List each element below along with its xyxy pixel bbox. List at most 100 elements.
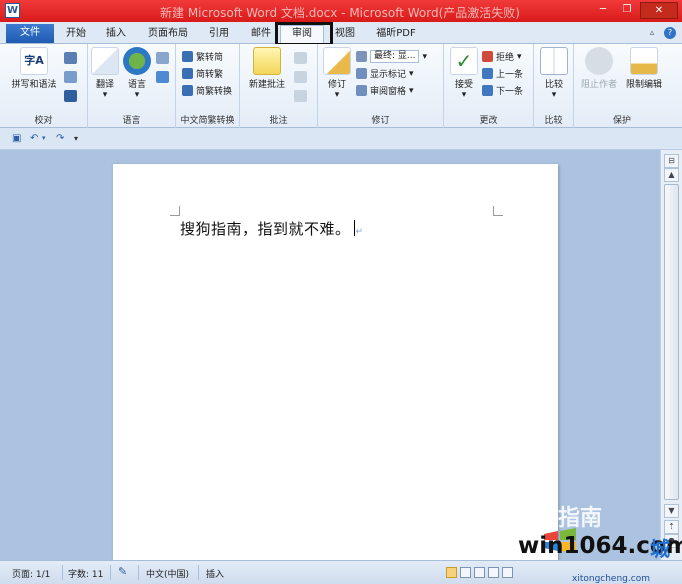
group-protect: 阻止作者 限制编辑 保护 bbox=[574, 44, 670, 128]
site-watermark-suffix: 城 bbox=[650, 537, 670, 561]
thesaurus-icon[interactable] bbox=[64, 71, 77, 83]
show-markup-button[interactable]: 显示标记 ▾ bbox=[356, 67, 414, 80]
trad-to-simp-button[interactable]: 繁转简 bbox=[182, 50, 223, 63]
simp-trad-conversion-label: 简繁转换 bbox=[196, 87, 233, 97]
next-change-button[interactable]: 下一条 bbox=[482, 84, 523, 97]
status-separator bbox=[198, 565, 199, 580]
block-authors-button[interactable]: 阻止作者 bbox=[578, 47, 620, 90]
reject-label: 拒绝 bbox=[496, 53, 515, 63]
word-count-icon[interactable] bbox=[64, 90, 77, 102]
document-area: 搜狗指南，指到就不难。 ↵ bbox=[0, 150, 660, 564]
scroll-down-arrow-icon[interactable]: ▼ bbox=[664, 504, 679, 518]
globe-icon bbox=[123, 47, 151, 75]
web-layout-view-icon[interactable] bbox=[474, 567, 485, 578]
next-comment-icon[interactable] bbox=[294, 90, 307, 102]
document-page[interactable]: 搜狗指南，指到就不难。 ↵ bbox=[113, 164, 558, 564]
minimize-button[interactable]: ─ bbox=[592, 2, 614, 19]
tab-insert[interactable]: 插入 bbox=[102, 26, 130, 44]
new-comment-button[interactable]: 新建批注 bbox=[244, 47, 290, 90]
accept-button[interactable]: ✓ 接受 ▾ bbox=[448, 47, 480, 100]
draft-view-icon[interactable] bbox=[502, 567, 513, 578]
research-icon[interactable] bbox=[64, 52, 77, 64]
compare-button[interactable]: 比较 ▾ bbox=[539, 47, 569, 100]
help-icon[interactable]: ? bbox=[664, 27, 676, 39]
spelling-icon: 字A bbox=[20, 47, 48, 75]
display-review-icon bbox=[356, 51, 367, 62]
language-dropdown-icon: ▾ bbox=[134, 90, 140, 100]
undo-dropdown-icon[interactable]: ▾ bbox=[42, 133, 54, 144]
compare-icon bbox=[540, 47, 568, 75]
trad-to-simp-label: 繁转简 bbox=[196, 53, 224, 63]
translate-button[interactable]: 翻译 ▾ bbox=[90, 47, 120, 100]
word-count-status[interactable]: 字数: 11 bbox=[68, 567, 103, 580]
tab-mailings[interactable]: 邮件 bbox=[248, 26, 274, 44]
reviewing-pane-label: 审阅窗格 bbox=[370, 87, 407, 97]
previous-page-icon[interactable]: ⇡ bbox=[664, 520, 679, 534]
scrollbar-thumb[interactable] bbox=[664, 184, 679, 500]
print-layout-view-icon[interactable] bbox=[446, 567, 457, 578]
display-for-review-dropdown[interactable]: 最终: 显... ▾ bbox=[356, 50, 427, 63]
proofing-status-icon[interactable]: ✎ bbox=[118, 565, 127, 578]
accept-dropdown-icon: ▾ bbox=[461, 90, 467, 100]
outline-view-icon[interactable] bbox=[488, 567, 499, 578]
group-label-protect: 保护 bbox=[612, 116, 631, 126]
maximize-button[interactable]: ❐ bbox=[616, 2, 638, 19]
collapse-ribbon-icon[interactable]: ▵ bbox=[646, 27, 658, 39]
display-review-chevron-icon: ▾ bbox=[422, 51, 428, 62]
previous-comment-icon[interactable] bbox=[294, 71, 307, 83]
reject-button[interactable]: 拒绝 ▾ bbox=[482, 50, 522, 63]
document-text-content: 搜狗指南，指到就不难。 bbox=[180, 220, 351, 238]
language-status[interactable]: 中文(中国) bbox=[146, 567, 189, 580]
tab-references[interactable]: 引用 bbox=[206, 26, 232, 44]
redo-icon[interactable]: ↷ bbox=[56, 133, 68, 144]
group-changes: ✓ 接受 ▾ 拒绝 ▾ 上一条 下一条 更改 bbox=[444, 44, 534, 128]
restrict-editing-button[interactable]: 限制编辑 bbox=[622, 47, 666, 90]
site-url-watermark: xitongcheng.com bbox=[572, 574, 650, 584]
language-button[interactable]: 语言 ▾ bbox=[122, 47, 152, 100]
restrict-editing-lock-icon bbox=[630, 47, 658, 75]
word-app-icon[interactable]: W bbox=[5, 3, 20, 18]
reviewing-pane-button[interactable]: 审阅窗格 ▾ bbox=[356, 84, 414, 97]
simp-to-trad-button[interactable]: 简转繁 bbox=[182, 67, 223, 80]
quick-access-toolbar: ▣ ↶ ▾ ↷ ▾ bbox=[0, 128, 682, 150]
track-changes-icon bbox=[323, 47, 351, 75]
page-count-status[interactable]: 页面: 1/1 bbox=[12, 567, 50, 580]
customize-qat-icon[interactable]: ▾ bbox=[74, 133, 86, 144]
ribbon-tab-bar: 文件 开始 插入 页面布局 引用 邮件 审阅 视图 福昕PDF ▵ ? bbox=[0, 22, 682, 44]
simp-trad-conversion-button[interactable]: 简繁转换 bbox=[182, 84, 232, 97]
insert-mode-status[interactable]: 插入 bbox=[206, 567, 224, 580]
track-changes-button[interactable]: 修订 ▾ bbox=[322, 47, 352, 100]
close-button[interactable]: ✕ bbox=[640, 2, 678, 19]
undo-icon[interactable]: ↶ bbox=[30, 133, 42, 144]
simp-trad-conversion-icon bbox=[182, 85, 193, 96]
tab-home[interactable]: 开始 bbox=[62, 26, 90, 44]
translate-icon bbox=[91, 47, 119, 75]
compare-label: 比较 bbox=[544, 80, 563, 90]
language-settings-icon[interactable] bbox=[156, 71, 169, 83]
new-comment-icon bbox=[253, 47, 281, 75]
delete-comment-icon[interactable] bbox=[294, 52, 307, 64]
reject-chevron-icon: ▾ bbox=[517, 51, 522, 62]
reviewing-pane-icon bbox=[356, 85, 367, 96]
save-icon[interactable]: ▣ bbox=[12, 133, 24, 144]
group-chinese-conversion: 繁转简 简转繁 简繁转换 中文简繁转换 bbox=[176, 44, 240, 128]
scroll-up-arrow-icon[interactable]: ▲ bbox=[664, 168, 679, 182]
translate-label: 翻译 bbox=[95, 80, 114, 90]
spelling-label: 拼写和语法 bbox=[11, 80, 57, 90]
previous-change-button[interactable]: 上一条 bbox=[482, 67, 523, 80]
spelling-grammar-button[interactable]: 字A 拼写和语法 bbox=[6, 47, 62, 90]
tab-page-layout[interactable]: 页面布局 bbox=[146, 26, 190, 44]
vertical-scrollbar[interactable]: ⊟ ▲ ▼ ⇡ ● bbox=[660, 150, 682, 560]
ruler-toggle-icon[interactable]: ⊟ bbox=[664, 154, 679, 168]
tab-view[interactable]: 视图 bbox=[332, 26, 358, 44]
group-label-compare: 比较 bbox=[544, 116, 563, 126]
mini-translator-icon[interactable] bbox=[156, 52, 169, 64]
accept-label: 接受 bbox=[454, 80, 473, 90]
previous-change-label: 上一条 bbox=[496, 70, 524, 80]
tab-foxit-pdf[interactable]: 福昕PDF bbox=[374, 26, 418, 44]
tab-file[interactable]: 文件 bbox=[6, 24, 54, 43]
full-screen-reading-view-icon[interactable] bbox=[460, 567, 471, 578]
display-review-value: 最终: 显... bbox=[370, 50, 420, 63]
accept-check-icon: ✓ bbox=[450, 47, 478, 75]
document-body-text[interactable]: 搜狗指南，指到就不难。 ↵ bbox=[180, 218, 364, 239]
